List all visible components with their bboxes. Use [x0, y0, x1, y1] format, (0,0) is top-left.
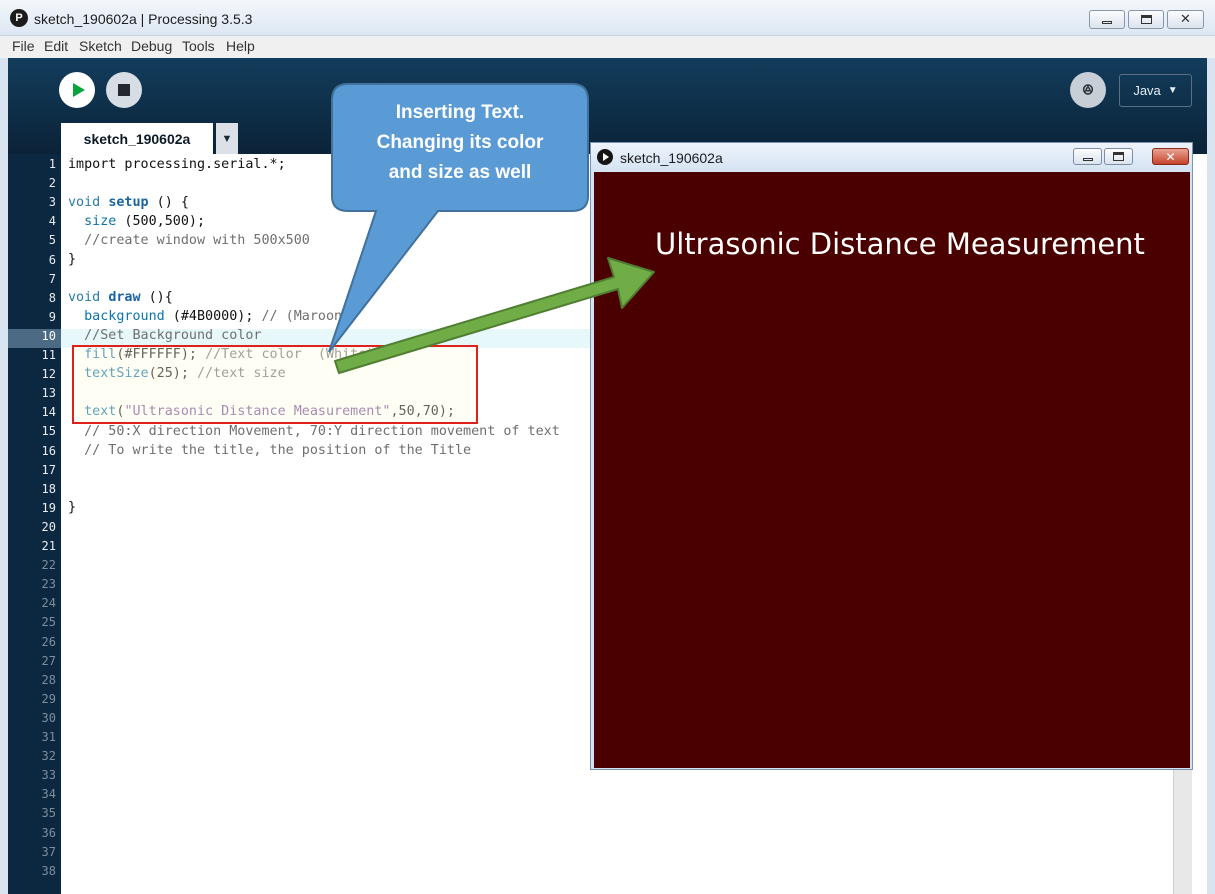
sketch-minimize-button[interactable] — [1073, 148, 1102, 165]
sketch-window: sketch_190602a ✕ Ultrasonic Distance Mea… — [590, 142, 1193, 770]
debugger-icon: ꔮ — [1082, 81, 1094, 99]
processing-logo-icon: P — [10, 9, 28, 27]
line-number: 13 — [41, 386, 56, 401]
callout-text: Inserting Text. Changing its color and s… — [376, 102, 544, 183]
line-number: 9 — [48, 309, 56, 324]
close-button[interactable]: ✕ — [1167, 10, 1204, 29]
code-line-6[interactable]: } — [68, 252, 76, 271]
line-number: 16 — [41, 443, 56, 458]
line-number: 31 — [41, 730, 56, 744]
code-line-4[interactable]: size (500,500); — [68, 214, 205, 233]
line-number: 17 — [41, 462, 56, 477]
tab-label: sketch_190602a — [83, 130, 191, 147]
sketch-maximize-button[interactable] — [1104, 148, 1133, 165]
line-number: 18 — [41, 481, 56, 496]
maximize-icon — [1140, 15, 1152, 24]
sketch-window-titlebar: sketch_190602a ✕ — [591, 143, 1192, 171]
code-line-16[interactable]: // To write the title, the position of t… — [68, 443, 471, 462]
line-number: 30 — [41, 710, 56, 725]
line-number: 19 — [41, 500, 56, 515]
play-icon — [73, 83, 85, 97]
highlighted-code-region — [72, 345, 478, 424]
stop-button[interactable] — [106, 72, 142, 108]
line-number: 35 — [41, 806, 56, 821]
line-number: 14 — [41, 405, 56, 420]
window-border-left — [0, 58, 8, 894]
code-line-5[interactable]: //create window with 500x500 — [68, 233, 310, 252]
line-number: 28 — [41, 672, 56, 687]
menu-edit[interactable]: Edit — [44, 38, 68, 54]
code-line-8[interactable]: void draw (){ — [68, 290, 173, 309]
line-number: 10 — [41, 328, 56, 343]
debugger-button[interactable]: ꔮ — [1070, 72, 1106, 108]
sketch-window-title: sketch_190602a — [620, 150, 723, 166]
line-number: 8 — [48, 290, 56, 305]
window-border-right — [1207, 58, 1215, 894]
line-number: 32 — [41, 749, 56, 764]
menu-debug[interactable]: Debug — [131, 38, 172, 54]
tab-sketch[interactable]: sketch_190602a — [61, 123, 213, 154]
line-number: 15 — [41, 424, 56, 439]
maximize-button[interactable] — [1128, 10, 1164, 29]
line-number: 23 — [41, 577, 56, 592]
line-number: 26 — [41, 634, 56, 649]
close-icon: ✕ — [1165, 149, 1176, 164]
line-number: 29 — [41, 691, 56, 706]
line-number: 21 — [41, 539, 56, 553]
line-number: 7 — [48, 271, 56, 286]
line-number: 2 — [48, 176, 56, 191]
menu-help[interactable]: Help — [226, 38, 255, 54]
close-icon: ✕ — [1180, 12, 1191, 27]
sketch-canvas: Ultrasonic Distance Measurement — [594, 172, 1190, 768]
stop-icon — [118, 84, 130, 96]
line-number: 34 — [41, 787, 56, 802]
line-number: 1 — [48, 157, 56, 171]
sketch-close-button[interactable]: ✕ — [1152, 148, 1189, 165]
menu-sketch[interactable]: Sketch — [79, 38, 122, 54]
code-line-3[interactable]: void setup () { — [68, 195, 189, 214]
code-line-19[interactable]: } — [68, 500, 76, 519]
line-number: 25 — [41, 615, 56, 630]
line-number: 24 — [41, 596, 56, 611]
line-number: 33 — [41, 768, 56, 783]
minimize-icon — [1102, 21, 1112, 24]
code-line-1[interactable]: import processing.serial.*; — [68, 157, 286, 176]
line-number: 38 — [41, 863, 56, 878]
sketch-run-icon — [597, 149, 613, 165]
line-number: 20 — [41, 519, 56, 534]
minimize-button[interactable] — [1089, 10, 1125, 29]
code-line-9[interactable]: background (#4B0000); // (Maroon) — [68, 309, 350, 328]
line-number: 27 — [41, 653, 56, 668]
line-number: 11 — [41, 348, 56, 362]
line-number: 4 — [48, 214, 56, 229]
window-title: sketch_190602a | Processing 3.5.3 — [34, 11, 253, 27]
run-button[interactable] — [59, 72, 95, 108]
mode-selector[interactable]: Java ▼ — [1119, 74, 1192, 107]
line-number: 5 — [48, 233, 56, 248]
menu-bar: File Edit Sketch Debug Tools Help — [0, 36, 1215, 58]
canvas-title-text: Ultrasonic Distance Measurement — [655, 227, 1145, 261]
chevron-down-icon: ▼ — [1167, 85, 1178, 96]
tab-menu-button[interactable]: ▼ — [216, 123, 238, 154]
line-number: 36 — [41, 825, 56, 840]
line-number: 22 — [41, 558, 56, 573]
minimize-icon — [1082, 158, 1093, 161]
line-number: 6 — [48, 252, 56, 267]
window-titlebar: P sketch_190602a | Processing 3.5.3 ✕ — [0, 0, 1215, 36]
line-number: 3 — [48, 195, 56, 210]
mode-label: Java — [1133, 83, 1161, 98]
code-line-15[interactable]: // 50:X direction Movement, 70:Y directi… — [68, 424, 560, 443]
menu-file[interactable]: File — [12, 38, 35, 54]
chevron-down-icon: ▼ — [221, 132, 233, 145]
maximize-icon — [1113, 152, 1124, 161]
menu-tools[interactable]: Tools — [182, 38, 215, 54]
line-number: 37 — [41, 844, 56, 859]
line-number: 12 — [41, 367, 56, 382]
